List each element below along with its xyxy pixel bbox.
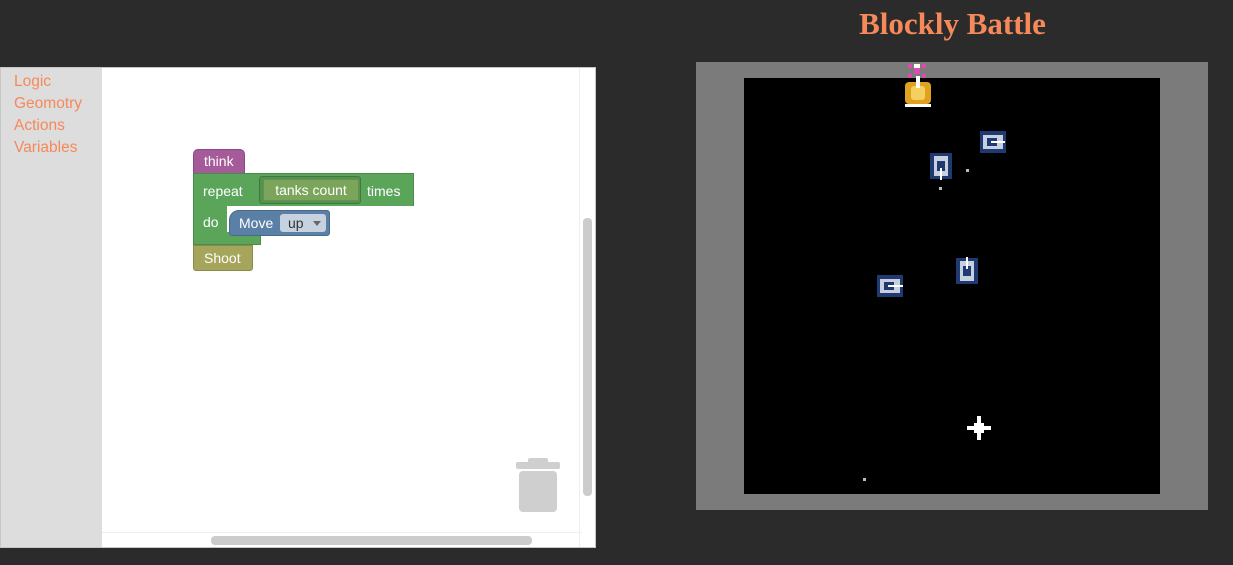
tanks-count-block[interactable]: tanks count	[263, 179, 359, 201]
player-tank-icon	[905, 64, 931, 107]
bullet	[966, 169, 969, 172]
chevron-down-icon	[313, 221, 321, 226]
enemy-tank-icon	[877, 275, 903, 297]
page-title: Blockly Battle	[859, 6, 1046, 41]
toolbox-category-variables[interactable]: Variables	[1, 137, 102, 159]
bullet	[863, 478, 866, 481]
enemy-tank-icon	[930, 153, 952, 180]
toolbox-category-logic[interactable]: Logic	[1, 71, 102, 93]
toolbox-category-geometry[interactable]: Geomotry	[1, 93, 102, 115]
shoot-block[interactable]: Shoot	[193, 245, 253, 271]
repeat-label: repeat	[203, 183, 243, 199]
scroll-gutter-vertical	[579, 68, 580, 547]
trash-can-icon[interactable]	[516, 458, 562, 514]
battle-arena	[744, 78, 1160, 494]
scroll-gutter-horizontal	[102, 532, 582, 533]
move-label: Move	[239, 215, 274, 231]
bullet	[939, 187, 942, 190]
blockly-workspace[interactable]: Logic Geomotry Actions Variables think r…	[0, 67, 596, 548]
horizontal-scrollbar[interactable]	[211, 536, 532, 545]
vertical-scrollbar[interactable]	[583, 218, 592, 496]
direction-dropdown[interactable]: up	[280, 214, 326, 232]
direction-value: up	[288, 215, 304, 231]
toolbox: Logic Geomotry Actions Variables	[1, 68, 102, 547]
enemy-tank-icon	[980, 131, 1006, 153]
do-label: do	[203, 214, 219, 230]
times-label: times	[367, 183, 401, 199]
enemy-tank-icon	[956, 257, 978, 284]
think-block[interactable]: think	[193, 149, 245, 174]
toolbox-category-actions[interactable]: Actions	[1, 115, 102, 137]
spawn-star-icon	[967, 416, 991, 440]
